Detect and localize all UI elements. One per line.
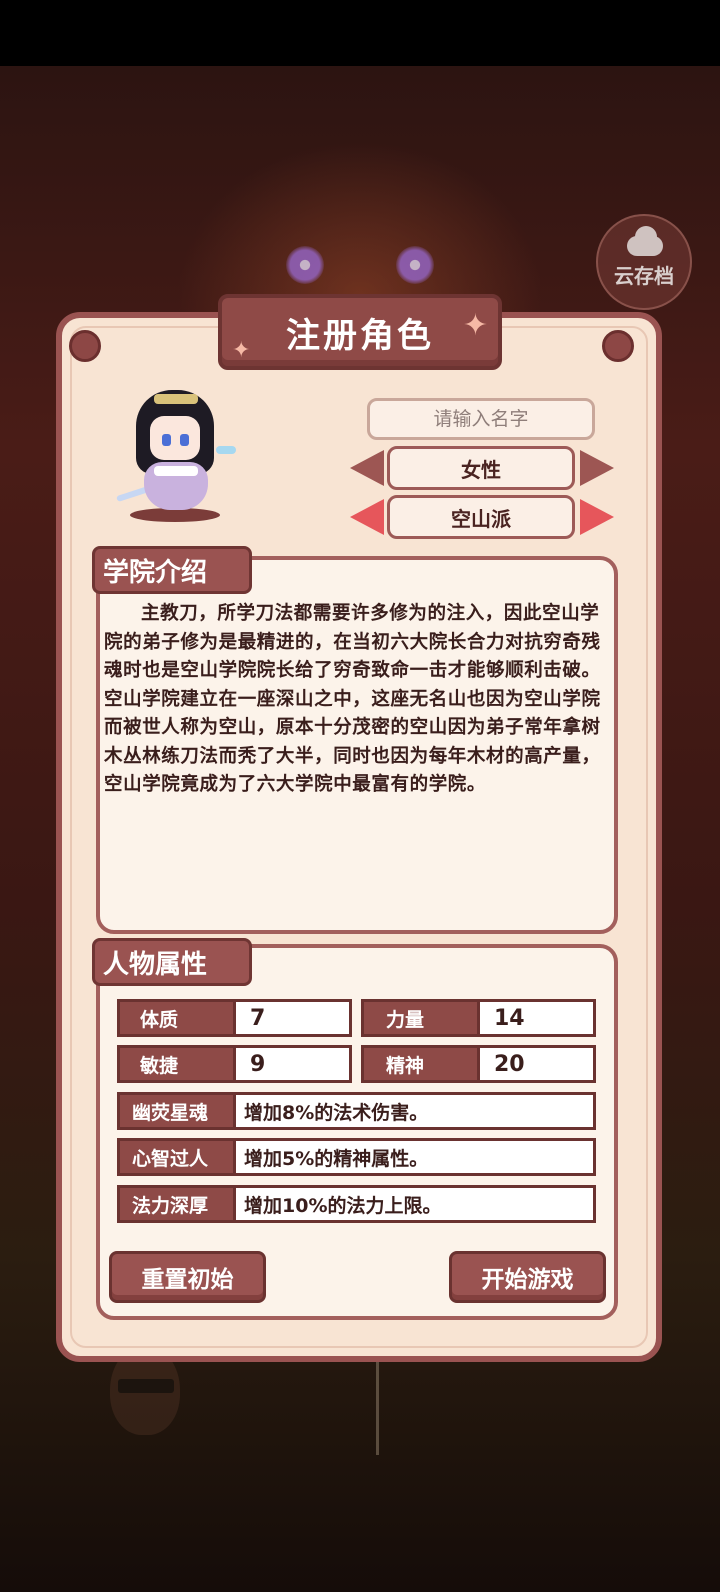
sparkle-icon: ✦	[462, 308, 488, 343]
stat-label-agility: 敏捷	[117, 1045, 236, 1083]
rivet-right-decoration	[602, 330, 634, 362]
school-next-arrow-icon[interactable]	[580, 499, 614, 535]
stat-value-constitution: 7	[236, 999, 352, 1037]
gender-value: 女性	[461, 457, 501, 482]
stat-label-strength: 力量	[361, 999, 480, 1037]
intro-text: 主教刀，所学刀法都需要许多修为的注入，因此空山学院的弟子修为是最精进的，在当初六…	[104, 603, 601, 795]
gender-next-arrow-icon[interactable]	[580, 450, 614, 486]
character-avatar	[110, 390, 240, 530]
trait-description: 增加10%的法力上限。	[236, 1185, 596, 1223]
trait-description: 增加8%的法术伤害。	[236, 1092, 596, 1130]
tiger-eye-right	[396, 246, 434, 284]
name-input[interactable]	[367, 398, 595, 440]
page-title: 注册角色	[286, 315, 434, 356]
stat-label-spirit: 精神	[361, 1045, 480, 1083]
cloud-save-label: 云存档	[614, 263, 674, 288]
sparkle-icon: ✦	[232, 338, 251, 363]
title-banner: 注册角色 ✦ ✦	[218, 294, 502, 370]
intro-heading: 学院介绍	[92, 546, 252, 594]
studio-logo-watermark	[110, 1345, 610, 1465]
school-value: 空山派	[451, 506, 511, 531]
stat-value-agility: 9	[236, 1045, 352, 1083]
start-game-button[interactable]: 开始游戏	[449, 1251, 606, 1303]
school-prev-arrow-icon[interactable]	[350, 499, 384, 535]
rivet-left-decoration	[69, 330, 101, 362]
attributes-heading: 人物属性	[92, 938, 252, 986]
trait-label: 心智过人	[117, 1138, 236, 1176]
stat-value-strength: 14	[480, 999, 596, 1037]
gender-prev-arrow-icon[interactable]	[350, 450, 384, 486]
cloud-icon	[621, 225, 667, 256]
stat-label-constitution: 体质	[117, 999, 236, 1037]
reset-button[interactable]: 重置初始	[109, 1251, 266, 1303]
tiger-eye-left	[286, 246, 324, 284]
status-bar	[0, 0, 720, 66]
stat-value-spirit: 20	[480, 1045, 596, 1083]
school-select[interactable]: 空山派	[387, 495, 575, 539]
cloud-save-button[interactable]: 云存档	[596, 214, 692, 310]
gender-select[interactable]: 女性	[387, 446, 575, 490]
trait-label: 幽荧星魂	[117, 1092, 236, 1130]
trait-label: 法力深厚	[117, 1185, 236, 1223]
trait-description: 增加5%的精神属性。	[236, 1138, 596, 1176]
